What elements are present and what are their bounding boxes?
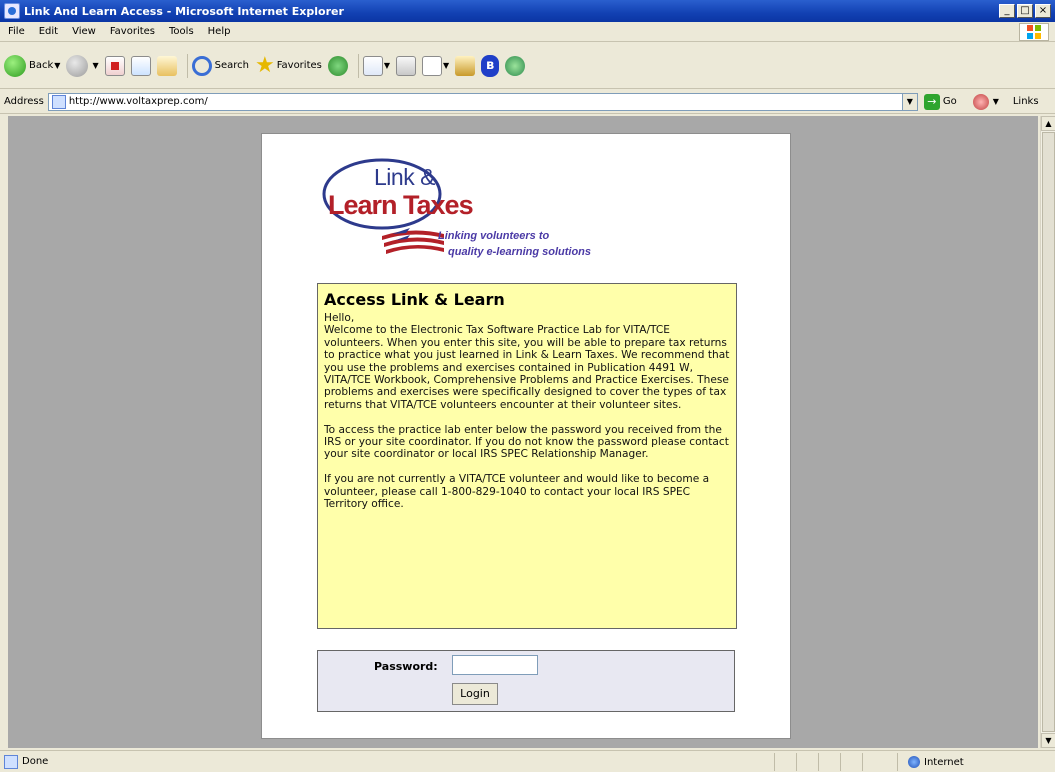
bluetooth-button[interactable]: ʙ [481, 54, 500, 77]
menu-favorites[interactable]: Favorites [103, 26, 162, 37]
edit-icon [422, 55, 443, 76]
login-button[interactable]: Login [452, 683, 498, 705]
refresh-icon [130, 55, 151, 76]
window-title: Link And Learn Access - Microsoft Intern… [24, 4, 344, 18]
edit-dropdown-icon[interactable]: ▼ [443, 61, 449, 70]
forward-arrow-icon [66, 54, 89, 77]
favorites-label: Favorites [276, 60, 322, 71]
status-panel [818, 753, 840, 771]
extension-button[interactable]: ▼ [972, 93, 999, 110]
go-button[interactable]: → Go [923, 93, 957, 110]
menu-help[interactable]: Help [201, 26, 238, 37]
vertical-scrollbar[interactable]: ▲ ▼ [1040, 116, 1055, 748]
menu-file[interactable]: File [0, 26, 32, 37]
viewport-left-border [0, 116, 8, 748]
link-and-learn-logo: Link & Learn Taxes Linking volunteers to… [322, 156, 642, 266]
favorites-star-icon: ★ [254, 52, 275, 78]
access-heading: Access Link & Learn [324, 290, 505, 309]
search-icon [191, 55, 212, 76]
menu-view[interactable]: View [65, 26, 103, 37]
internet-globe-icon [908, 756, 920, 768]
discuss-icon [455, 55, 476, 76]
forward-button[interactable]: ▼ [66, 54, 99, 77]
window-titlebar: Link And Learn Access - Microsoft Intern… [0, 0, 1055, 22]
forward-dropdown-icon[interactable]: ▼ [92, 61, 98, 70]
toolbar-separator [186, 53, 188, 78]
go-label: Go [942, 96, 957, 107]
status-panel [840, 753, 862, 771]
address-label: Address [4, 96, 44, 107]
password-label: Password: [374, 660, 438, 673]
scroll-up-icon[interactable]: ▲ [1041, 116, 1055, 131]
history-button[interactable] [327, 55, 348, 76]
minimize-button[interactable]: _ [999, 4, 1015, 18]
extension-icon [972, 93, 989, 110]
links-button[interactable]: Links [1013, 96, 1039, 107]
home-button[interactable] [156, 55, 177, 76]
back-dropdown-icon[interactable]: ▼ [54, 61, 60, 70]
messenger-icon [505, 55, 526, 76]
status-bar: Done Internet [0, 750, 1055, 772]
status-page-icon [4, 754, 18, 769]
history-icon [327, 55, 348, 76]
content-viewport: Link & Learn Taxes Linking volunteers to… [8, 116, 1038, 748]
mail-icon [362, 55, 383, 76]
favorites-button[interactable]: ★ Favorites [254, 52, 322, 78]
logo-link-text: Link & [374, 164, 435, 190]
menu-tools[interactable]: Tools [162, 26, 201, 37]
address-url: http://www.voltaxprep.com/ [68, 96, 208, 107]
toolbar-separator [357, 53, 359, 78]
login-form: Password: Login [317, 650, 735, 712]
bluetooth-icon: ʙ [481, 54, 500, 77]
back-label: Back [29, 60, 54, 71]
window-controls: _ □ × [999, 4, 1051, 18]
stop-button[interactable] [104, 55, 125, 76]
access-info-box: Access Link & Learn Hello, Welcome to th… [317, 283, 737, 629]
zone-label: Internet [924, 756, 964, 768]
search-label: Search [214, 60, 249, 71]
print-button[interactable] [396, 55, 417, 76]
messenger-button[interactable] [505, 55, 528, 76]
stop-icon [104, 55, 125, 76]
password-input[interactable] [452, 655, 538, 675]
scroll-down-icon[interactable]: ▼ [1041, 733, 1055, 748]
print-icon [396, 55, 417, 76]
address-input[interactable]: http://www.voltaxprep.com/ ▼ [47, 92, 918, 111]
search-button[interactable]: Search [191, 55, 249, 76]
back-arrow-icon [4, 54, 26, 77]
mail-dropdown-icon[interactable]: ▼ [384, 61, 390, 70]
extension-dropdown-icon[interactable]: ▼ [993, 97, 999, 106]
status-panels [774, 753, 884, 771]
status-panel [796, 753, 818, 771]
edit-button[interactable]: ▼ [422, 55, 449, 76]
page-panel: Link & Learn Taxes Linking volunteers to… [261, 133, 791, 739]
menu-edit[interactable]: Edit [32, 26, 65, 37]
status-panel [774, 753, 796, 771]
menu-bar: File Edit View Favorites Tools Help [0, 22, 1055, 42]
standard-toolbar: Back ▼ ▼ Search ★ Favorites ▼ ▼ ʙ [0, 43, 1055, 89]
windows-logo-icon [1019, 23, 1049, 41]
status-text: Done [22, 756, 49, 767]
discuss-button[interactable] [455, 55, 476, 76]
ie-page-icon [4, 3, 20, 19]
refresh-button[interactable] [130, 55, 151, 76]
home-icon [156, 55, 177, 76]
logo-tagline-line2: quality e-learning solutions [448, 246, 592, 258]
maximize-button[interactable]: □ [1017, 4, 1033, 18]
security-zone: Internet [897, 753, 1047, 771]
close-button[interactable]: × [1035, 4, 1051, 18]
logo-tagline-line1: Linking volunteers to [438, 230, 550, 242]
status-panel [862, 753, 884, 771]
page-icon [51, 94, 66, 109]
scroll-thumb[interactable] [1042, 132, 1055, 732]
address-bar: Address http://www.voltaxprep.com/ ▼ → G… [0, 90, 1055, 114]
back-button[interactable]: Back ▼ [4, 54, 60, 77]
address-dropdown-icon[interactable]: ▼ [901, 93, 917, 110]
mail-button[interactable]: ▼ [362, 55, 390, 76]
logo-learn-taxes-text: Learn Taxes [328, 190, 474, 220]
go-arrow-icon: → [923, 93, 940, 110]
access-body-text: Hello, Welcome to the Electronic Tax Sof… [324, 312, 730, 511]
